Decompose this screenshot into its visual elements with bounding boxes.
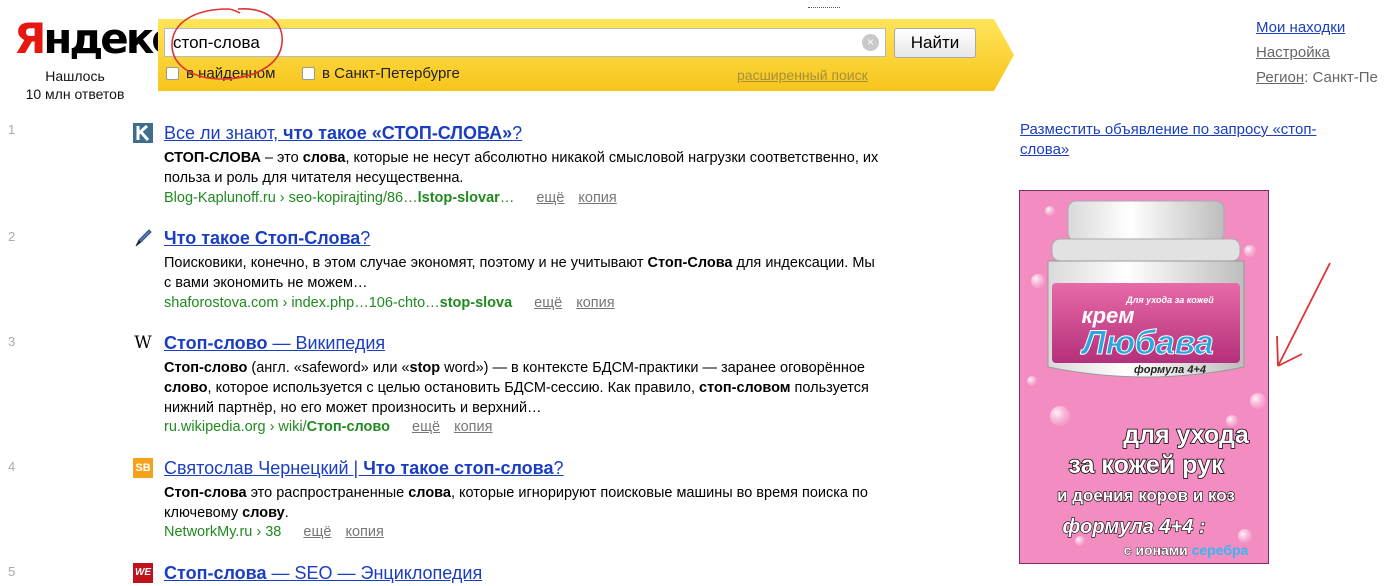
checkbox-region[interactable] bbox=[302, 67, 315, 80]
results-count-line2: 10 млн ответов bbox=[25, 86, 125, 102]
result-snippet: Стоп-слова это распространенные слова, к… bbox=[164, 485, 868, 521]
title-pre: Святослав Чернецкий | bbox=[164, 458, 364, 478]
my-finds-link[interactable]: Мои находки bbox=[1256, 15, 1378, 40]
jar-small-text: Для ухода за кожей bbox=[1125, 295, 1214, 305]
title-post: — Википедия bbox=[267, 333, 386, 353]
result-title-link[interactable]: Что такое Стоп-Слова? bbox=[164, 227, 370, 249]
result-number: 3 bbox=[8, 334, 16, 349]
ad-line5a: с ионами bbox=[1124, 542, 1192, 558]
dotted-decoration bbox=[808, 7, 840, 8]
search-button[interactable]: Найти bbox=[894, 28, 976, 58]
jar-brand2: Любава bbox=[1079, 324, 1213, 362]
results-count-line1: Нашлось bbox=[45, 68, 105, 84]
result-number: 5 bbox=[8, 564, 16, 579]
title-post: ? bbox=[553, 458, 564, 478]
result-snippet: Стоп-слово (англ. «safeword» или «stop w… bbox=[164, 360, 869, 416]
url-text[interactable]: Blog-Kaplunoff.ru › seo-kopirajting/86… bbox=[164, 190, 418, 206]
result-title-link[interactable]: Стоп-слова — SEO — Энциклопедия bbox=[164, 562, 482, 584]
url-text[interactable]: NetworkMy.ru › 38 bbox=[164, 524, 281, 540]
result-number: 4 bbox=[8, 459, 16, 474]
title-bold: Что такое стоп-слова bbox=[363, 458, 554, 478]
we-icon: WE bbox=[133, 563, 153, 583]
result-url[interactable]: shaforostova.com › index.php…106-chto…st… bbox=[164, 293, 615, 313]
result-title-link[interactable]: Все ли знают, что такое «СТОП-СЛОВА»? bbox=[164, 122, 522, 144]
advanced-search-link[interactable]: расширенный поиск bbox=[737, 67, 868, 83]
ad-banner[interactable]: Для ухода за кожей крем Любава формула 4… bbox=[1019, 190, 1269, 564]
title-bold: что такое «СТОП-СЛОВА» bbox=[283, 123, 513, 143]
result-url[interactable]: Blog-Kaplunoff.ru › seo-kopirajting/86…l… bbox=[164, 188, 617, 208]
ad-illustration: Для ухода за кожей крем Любава формула 4… bbox=[1027, 200, 1266, 558]
jar-formula: формула 4+4 bbox=[1134, 364, 1206, 376]
url-text[interactable]: shaforostova.com › index.php…106-chto… bbox=[164, 295, 440, 311]
copy-link[interactable]: копия bbox=[576, 295, 614, 311]
region-value: : Санкт-Пе bbox=[1304, 69, 1378, 86]
result-number: 2 bbox=[8, 229, 16, 244]
url-text[interactable]: ru.wikipedia.org › wiki/ bbox=[164, 419, 307, 435]
result-snippet: Поисковики, конечно, в этом случае эконо… bbox=[164, 255, 875, 291]
header-links: Мои находки Настройка Регион: Санкт-Пе bbox=[1256, 15, 1378, 90]
logo-rest: ндекс bbox=[43, 14, 176, 63]
option-region-label: в Санкт-Петербурге bbox=[322, 65, 460, 82]
url-post[interactable]: … bbox=[500, 190, 515, 206]
yandex-logo[interactable]: Яндекс bbox=[14, 18, 176, 60]
title-bold: Стоп-слова bbox=[164, 563, 267, 583]
ad-line1: для ухода bbox=[1123, 421, 1250, 449]
result-url[interactable]: NetworkMy.ru › 38 ещё копия bbox=[164, 522, 384, 542]
more-link[interactable]: ещё bbox=[303, 524, 331, 540]
sb-icon: SB bbox=[133, 458, 153, 478]
title-bold: Стоп-слово bbox=[164, 333, 268, 353]
title-post: ? bbox=[360, 228, 371, 248]
settings-link[interactable]: Настройка bbox=[1256, 40, 1378, 65]
ad-line4: формула 4+4 : bbox=[1062, 516, 1205, 538]
result-number: 1 bbox=[8, 122, 16, 137]
red-circle-annotation bbox=[171, 8, 283, 80]
copy-link[interactable]: копия bbox=[578, 190, 616, 206]
region-link[interactable]: Регион: Санкт-Пе bbox=[1256, 65, 1378, 90]
k-icon bbox=[133, 123, 153, 143]
result-title-link[interactable]: Стоп-слово — Википедия bbox=[164, 332, 385, 354]
title-post: ? bbox=[512, 123, 523, 143]
pen-icon bbox=[135, 229, 152, 247]
result-snippet: СТОП-СЛОВА – это слова, которые не несут… bbox=[164, 150, 879, 186]
place-ad-link[interactable]: Разместить объявление по запросу «стоп-с… bbox=[1020, 120, 1360, 160]
option-region[interactable]: в Санкт-Петербурге bbox=[302, 65, 460, 82]
url-bold[interactable]: Стоп-слово bbox=[307, 419, 390, 435]
more-link[interactable]: ещё bbox=[412, 419, 440, 435]
title-post: — SEO — Энциклопедия bbox=[266, 563, 483, 583]
copy-link[interactable]: копия bbox=[454, 419, 492, 435]
result-url[interactable]: ru.wikipedia.org › wiki/Стоп-слово ещё коп… bbox=[164, 417, 492, 437]
ad-line2: за кожей рук bbox=[1068, 451, 1224, 479]
title-pre: Все ли знают, bbox=[164, 123, 284, 143]
clear-icon[interactable]: × bbox=[862, 34, 879, 51]
logo-first-letter: Я bbox=[14, 14, 46, 63]
result-title-link[interactable]: Святослав Чернецкий | Что такое стоп-сло… bbox=[164, 457, 564, 479]
url-bold[interactable]: stop-slova bbox=[440, 295, 513, 311]
url-bold[interactable]: lstop-slovar bbox=[418, 190, 500, 206]
ad-line5b: серебра bbox=[1192, 542, 1249, 558]
more-link[interactable]: ещё bbox=[534, 295, 562, 311]
more-link[interactable]: ещё bbox=[536, 190, 564, 206]
title-bold: Что такое Стоп-Слова bbox=[164, 228, 361, 248]
results-count: Нашлось 10 млн ответов bbox=[10, 67, 140, 103]
copy-link[interactable]: копия bbox=[345, 524, 383, 540]
ad-line3: и доения коров и коз bbox=[1057, 486, 1235, 505]
region-label[interactable]: Регион bbox=[1256, 69, 1304, 86]
red-arrow-annotation bbox=[1276, 262, 1331, 367]
wikipedia-icon: W bbox=[134, 333, 152, 353]
ad-line5: с ионами серебра bbox=[1124, 542, 1249, 558]
